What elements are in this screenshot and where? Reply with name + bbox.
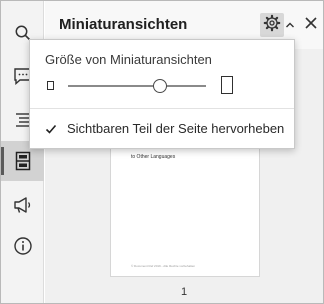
- page-number-label: 1: [180, 286, 188, 298]
- thumbnail-footer-text: © Document Ref 2019 - Alle Rechte vorbeh…: [131, 264, 196, 268]
- large-page-icon: [221, 76, 233, 94]
- rail-announcement-button[interactable]: [1, 185, 44, 225]
- megaphone-icon: [13, 196, 33, 214]
- info-icon: [13, 236, 33, 256]
- rail-info-button[interactable]: [1, 226, 44, 266]
- chevron-up-icon: [285, 16, 295, 34]
- highlight-visible-part-label: Sichtbaren Teil der Seite hervorheben: [67, 121, 285, 136]
- close-panel-button[interactable]: [301, 15, 321, 35]
- thumbnails-icon: [15, 151, 31, 171]
- gear-icon: [263, 14, 281, 37]
- collapse-button[interactable]: [284, 17, 296, 33]
- small-page-icon: [47, 81, 54, 90]
- settings-button[interactable]: [260, 13, 284, 37]
- thumbnail-size-slider[interactable]: [68, 85, 206, 87]
- close-icon: [304, 16, 318, 35]
- checkmark-icon: [45, 122, 57, 140]
- panel-title: Miniaturansichten: [59, 16, 188, 33]
- slider-thumb[interactable]: [153, 79, 168, 93]
- thumbnail-size-label: Größe von Miniaturansichten: [45, 52, 212, 67]
- highlight-visible-part-option[interactable]: Sichtbaren Teil der Seite hervorheben: [30, 109, 294, 147]
- thumbnail-settings-popup: Größe von Miniaturansichten Sichtbaren T…: [29, 39, 295, 149]
- thumbnail-heading-text: to Other Languages: [131, 154, 176, 160]
